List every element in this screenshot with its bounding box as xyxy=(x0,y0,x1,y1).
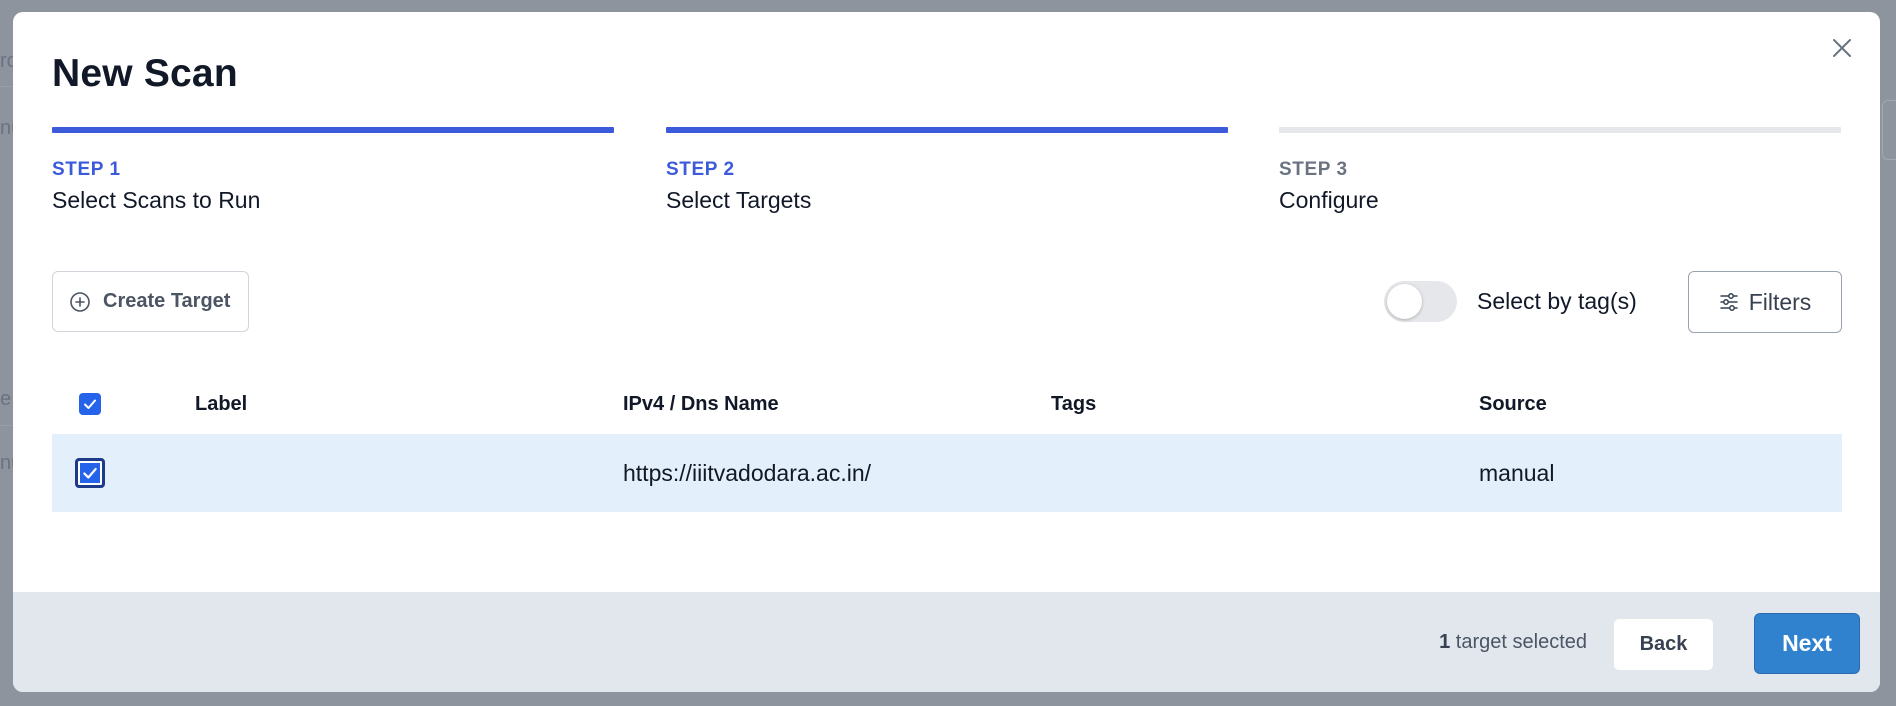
select-by-tag-label: Select by tag(s) xyxy=(1477,288,1637,314)
step-number: STEP 2 xyxy=(666,159,735,180)
step-number: STEP 3 xyxy=(1279,159,1348,180)
selection-summary: 1 target selected xyxy=(1439,631,1587,654)
table-row[interactable]: https://iiitvadodara.ac.in/ manual xyxy=(52,434,1842,512)
column-header-label[interactable]: Label xyxy=(195,393,247,416)
select-all-cell xyxy=(79,393,101,415)
row-host: https://iiitvadodara.ac.in/ xyxy=(623,459,872,486)
step-name: Configure xyxy=(1279,187,1379,213)
background-fragment: e xyxy=(0,388,12,410)
next-button[interactable]: Next xyxy=(1754,613,1860,674)
column-header-host[interactable]: IPv4 / Dns Name xyxy=(623,393,779,416)
step-3: STEP 3 Configure xyxy=(1279,127,1841,214)
new-scan-modal: New Scan STEP 1 Select Scans to Run STEP… xyxy=(13,12,1880,692)
table-header: Label IPv4 / Dns Name Tags Source xyxy=(52,374,1842,434)
close-icon xyxy=(1833,39,1851,57)
background-divider xyxy=(0,86,14,87)
row-checkbox[interactable] xyxy=(75,458,105,488)
step-name: Select Targets xyxy=(666,187,812,213)
toggle-knob xyxy=(1387,284,1422,319)
select-by-tag-control: Select by tag(s) xyxy=(1384,281,1637,322)
stepper: STEP 1 Select Scans to Run STEP 2 Select… xyxy=(52,127,1841,237)
step-number: STEP 1 xyxy=(52,159,121,180)
modal-footer: 1 target selected Back Next xyxy=(13,592,1880,692)
back-button[interactable]: Back xyxy=(1613,618,1714,671)
step-progress-bar xyxy=(52,127,614,133)
close-button[interactable] xyxy=(1828,34,1856,62)
step-progress-bar xyxy=(666,127,1228,133)
step-1: STEP 1 Select Scans to Run xyxy=(52,127,614,214)
check-icon xyxy=(84,399,96,409)
column-header-tags[interactable]: Tags xyxy=(1051,393,1096,416)
create-target-label: Create Target xyxy=(103,290,231,312)
targets-table: Label IPv4 / Dns Name Tags Source https:… xyxy=(52,374,1842,512)
select-by-tag-toggle[interactable] xyxy=(1384,281,1457,322)
column-header-source[interactable]: Source xyxy=(1479,393,1547,416)
selected-suffix: target selected xyxy=(1450,631,1587,653)
modal-title: New Scan xyxy=(52,52,238,95)
sliders-icon xyxy=(1719,293,1738,311)
background-divider xyxy=(0,425,14,426)
select-all-checkbox[interactable] xyxy=(79,393,101,415)
filters-label: Filters xyxy=(1748,288,1812,315)
row-source: manual xyxy=(1479,459,1555,486)
row-select-cell xyxy=(75,458,105,488)
create-target-button[interactable]: Create Target xyxy=(52,271,249,332)
step-progress-bar xyxy=(1279,127,1841,133)
filters-button[interactable]: Filters xyxy=(1688,271,1842,333)
step-name: Select Scans to Run xyxy=(52,187,261,213)
check-icon xyxy=(83,467,97,479)
background-button-edge xyxy=(1882,100,1896,160)
plus-circle-icon xyxy=(70,291,90,312)
selected-count: 1 xyxy=(1439,631,1451,653)
step-2: STEP 2 Select Targets xyxy=(666,127,1228,214)
